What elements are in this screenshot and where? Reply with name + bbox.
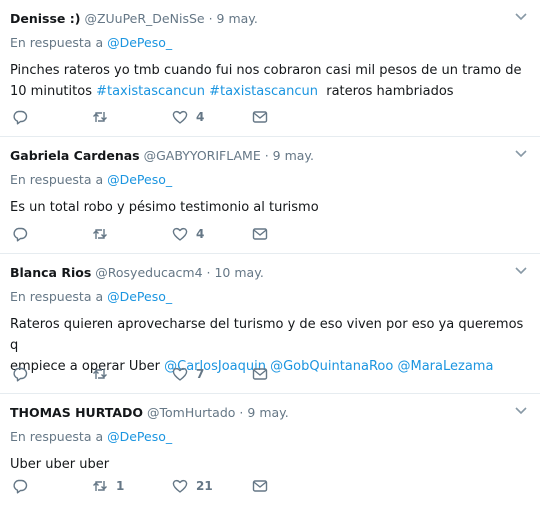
author-handle[interactable]: @ZUuPeR_DeNisSe xyxy=(84,11,204,26)
reply-button[interactable] xyxy=(12,226,92,242)
reply-button[interactable] xyxy=(12,366,92,382)
direct-message-icon xyxy=(252,480,268,492)
caret-down-icon[interactable] xyxy=(514,149,528,159)
retweet-button[interactable] xyxy=(92,366,172,382)
reply-icon xyxy=(13,110,28,125)
timestamp[interactable]: 10 may. xyxy=(214,265,263,280)
reply-prefix: En respuesta a xyxy=(10,172,104,187)
tweet-actions: 1 21 xyxy=(12,477,268,495)
separator-dot: · xyxy=(206,265,211,280)
tweet-actions: 7 xyxy=(12,365,268,383)
tweet-header: Gabriela Cardenas @GABYYORIFLAME · 9 may… xyxy=(10,147,530,165)
reply-context: En respuesta a @DePeso_ xyxy=(10,34,530,52)
tweet-text: Pinches rateros yo tmb cuando fui nos co… xyxy=(10,60,530,102)
like-button[interactable]: 4 xyxy=(172,226,252,242)
reply-context: En respuesta a @DePeso_ xyxy=(10,288,530,306)
tweet-actions: 4 xyxy=(12,108,268,126)
tweet-header: THOMAS HURTADO @TomHurtado · 9 may. xyxy=(10,404,530,422)
direct-message-button[interactable] xyxy=(252,226,268,242)
like-icon xyxy=(172,227,188,241)
separator-dot: · xyxy=(208,11,213,26)
like-icon xyxy=(172,479,188,493)
author-handle[interactable]: @GABYYORIFLAME xyxy=(144,148,261,163)
direct-message-button[interactable] xyxy=(252,478,268,494)
tweet[interactable]: Blanca Rios @Rosyeducacm4 · 10 may. En r… xyxy=(0,254,540,394)
mention-link[interactable]: @MaraLezama xyxy=(397,359,493,374)
timestamp[interactable]: 9 may. xyxy=(217,11,258,26)
like-button[interactable]: 4 xyxy=(172,109,252,125)
like-button[interactable]: 21 xyxy=(172,478,252,494)
like-icon xyxy=(172,110,188,124)
retweet-count: 1 xyxy=(116,479,125,493)
caret-down-icon[interactable] xyxy=(514,406,528,416)
reply-prefix: En respuesta a xyxy=(10,35,104,50)
reply-context: En respuesta a @DePeso_ xyxy=(10,171,530,189)
tweet-text-line: Pinches rateros yo tmb cuando fui nos co… xyxy=(10,63,522,78)
author-name[interactable]: Blanca Rios xyxy=(10,265,91,280)
direct-message-button[interactable] xyxy=(252,109,268,125)
reply-feed: Denisse :) @ZUuPeR_DeNisSe · 9 may. En r… xyxy=(0,0,540,505)
author-name[interactable]: Denisse :) xyxy=(10,11,80,26)
like-count: 4 xyxy=(196,227,205,241)
timestamp[interactable]: 9 may. xyxy=(273,148,314,163)
direct-message-button[interactable] xyxy=(252,366,268,382)
tweet[interactable]: Denisse :) @ZUuPeR_DeNisSe · 9 may. En r… xyxy=(0,0,540,137)
reply-icon xyxy=(13,479,28,494)
tweet-text: Uber uber uber xyxy=(10,457,110,472)
tweet[interactable]: Gabriela Cardenas @GABYYORIFLAME · 9 may… xyxy=(0,137,540,254)
tweet-text-line: 10 minutitos xyxy=(10,84,97,99)
reply-to-mention[interactable]: @DePeso_ xyxy=(107,289,172,304)
direct-message-icon xyxy=(252,368,268,380)
reply-prefix: En respuesta a xyxy=(10,429,104,444)
retweet-icon xyxy=(93,112,107,122)
like-count: 21 xyxy=(196,479,213,493)
retweet-button[interactable] xyxy=(92,109,172,125)
like-count: 7 xyxy=(196,367,205,381)
tweet-text-line: rateros hambriados xyxy=(317,84,454,99)
reply-prefix: En respuesta a xyxy=(10,289,104,304)
reply-icon xyxy=(13,227,28,242)
author-name[interactable]: Gabriela Cardenas xyxy=(10,148,140,163)
retweet-button[interactable] xyxy=(92,226,172,242)
like-count: 4 xyxy=(196,110,205,124)
tweet[interactable]: THOMAS HURTADO @TomHurtado · 9 may. En r… xyxy=(0,394,540,505)
retweet-button[interactable]: 1 xyxy=(92,478,172,494)
tweet-text: Es un total robo y pésimo testimonio al … xyxy=(10,200,319,215)
direct-message-icon xyxy=(252,228,268,240)
retweet-icon xyxy=(93,481,107,491)
tweet-header: Denisse :) @ZUuPeR_DeNisSe · 9 may. xyxy=(10,10,530,28)
mention-link[interactable]: @GobQuintanaRoo xyxy=(270,359,393,374)
caret-down-icon[interactable] xyxy=(514,12,528,22)
separator-dot: · xyxy=(264,148,269,163)
hashtag-link[interactable]: #taxistascancun xyxy=(96,84,205,99)
like-icon xyxy=(172,367,188,381)
direct-message-icon xyxy=(252,111,268,123)
retweet-icon xyxy=(93,229,107,239)
reply-to-mention[interactable]: @DePeso_ xyxy=(107,172,172,187)
reply-to-mention[interactable]: @DePeso_ xyxy=(107,35,172,50)
author-handle[interactable]: @TomHurtado xyxy=(147,405,235,420)
caret-down-icon[interactable] xyxy=(514,266,528,276)
tweet-header: Blanca Rios @Rosyeducacm4 · 10 may. xyxy=(10,264,530,282)
like-button[interactable]: 7 xyxy=(172,366,252,382)
retweet-icon xyxy=(93,369,107,379)
tweet-text-line: Rateros quieren aprovecharse del turismo… xyxy=(10,317,524,353)
timestamp[interactable]: 9 may. xyxy=(247,405,288,420)
hashtag-link[interactable]: #taxistascancun xyxy=(209,84,318,99)
reply-icon xyxy=(13,367,28,382)
author-name[interactable]: THOMAS HURTADO xyxy=(10,405,143,420)
reply-button[interactable] xyxy=(12,478,92,494)
reply-button[interactable] xyxy=(12,109,92,125)
reply-to-mention[interactable]: @DePeso_ xyxy=(107,429,172,444)
reply-context: En respuesta a @DePeso_ xyxy=(10,428,530,446)
author-handle[interactable]: @Rosyeducacm4 xyxy=(95,265,202,280)
tweet-actions: 4 xyxy=(12,225,268,243)
separator-dot: · xyxy=(239,405,244,420)
